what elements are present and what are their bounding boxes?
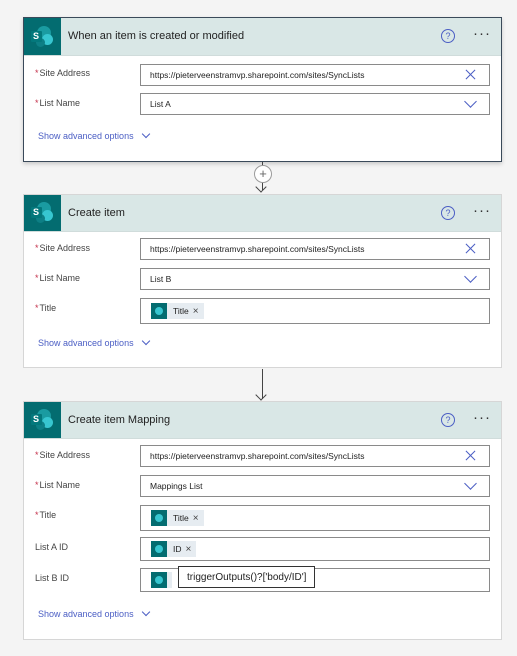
list-name-dropdown[interactable]: Mappings List (140, 475, 490, 497)
card-header[interactable]: S When an item is created or modified ? … (24, 18, 501, 56)
site-address-field[interactable]: https://pieterveenstramvp.sharepoint.com… (140, 445, 490, 467)
chevron-down-icon (141, 607, 150, 617)
dynamic-content-token[interactable]: Title × (151, 510, 204, 526)
card-header[interactable]: S Create item Mapping ? ··· (24, 402, 501, 439)
arrow-down-icon (255, 181, 267, 193)
more-options-icon[interactable]: ··· (473, 201, 491, 221)
add-step-button[interactable]: + (254, 165, 272, 183)
sharepoint-icon: S (24, 195, 61, 231)
expression-tooltip: triggerOutputs()?['body/ID'] (178, 566, 316, 588)
field-label: *List Name (35, 98, 81, 108)
card-title: Create item (68, 207, 125, 219)
card-header[interactable]: S Create item ? ··· (24, 195, 501, 232)
field-label: *Title (35, 510, 57, 520)
field-label: List A ID (35, 542, 69, 552)
sharepoint-icon: S (24, 402, 61, 438)
help-icon[interactable]: ? (441, 29, 455, 43)
field-label: *List Name (35, 480, 81, 490)
sharepoint-icon: S (24, 18, 61, 55)
site-address-field[interactable]: https://pieterveenstramvp.sharepoint.com… (140, 238, 490, 260)
field-label: *Site Address (35, 68, 91, 78)
field-label: List B ID (35, 573, 70, 583)
clear-icon[interactable] (465, 243, 476, 254)
dynamic-content-token[interactable] (151, 572, 172, 588)
chevron-down-icon[interactable] (464, 95, 477, 108)
sharepoint-icon (151, 541, 167, 557)
trigger-card[interactable]: S When an item is created or modified ? … (23, 17, 502, 162)
clear-icon[interactable] (465, 450, 476, 461)
card-title: Create item Mapping (68, 414, 171, 426)
help-icon[interactable]: ? (441, 206, 455, 220)
remove-token-icon[interactable]: × (186, 544, 192, 555)
chevron-down-icon[interactable] (464, 477, 477, 490)
list-a-id-field[interactable]: ID × (140, 537, 490, 561)
show-advanced-options-link[interactable]: Show advanced options (38, 336, 150, 348)
field-label: *Title (35, 303, 57, 313)
chevron-down-icon (141, 336, 150, 346)
help-icon[interactable]: ? (441, 413, 455, 427)
card-title: When an item is created or modified (68, 30, 245, 42)
clear-icon[interactable] (465, 69, 476, 80)
more-options-icon[interactable]: ··· (473, 24, 491, 44)
site-address-field[interactable]: https://pieterveenstramvp.sharepoint.com… (140, 64, 490, 86)
field-label: *Site Address (35, 450, 91, 460)
title-field[interactable]: Title × (140, 298, 490, 324)
sharepoint-icon (151, 572, 167, 588)
create-item-mapping-card[interactable]: S Create item Mapping ? ··· *Site Addres… (23, 401, 502, 640)
field-label: *List Name (35, 273, 81, 283)
chevron-down-icon[interactable] (464, 270, 477, 283)
sharepoint-icon (151, 303, 167, 319)
dynamic-content-token[interactable]: ID × (151, 541, 197, 557)
list-name-dropdown[interactable]: List B (140, 268, 490, 290)
create-item-card[interactable]: S Create item ? ··· *Site Address https:… (23, 194, 502, 368)
title-field[interactable]: Title × (140, 505, 490, 531)
sharepoint-icon (151, 510, 167, 526)
remove-token-icon[interactable]: × (193, 306, 199, 317)
more-options-icon[interactable]: ··· (473, 408, 491, 428)
show-advanced-options-link[interactable]: Show advanced options (38, 129, 150, 141)
dynamic-content-token[interactable]: Title × (151, 303, 204, 319)
field-label: *Site Address (35, 243, 91, 253)
remove-token-icon[interactable]: × (193, 513, 199, 524)
list-name-dropdown[interactable]: List A (140, 93, 490, 115)
chevron-down-icon (141, 129, 150, 139)
arrow-down-icon (255, 389, 267, 401)
show-advanced-options-link[interactable]: Show advanced options (38, 607, 150, 619)
